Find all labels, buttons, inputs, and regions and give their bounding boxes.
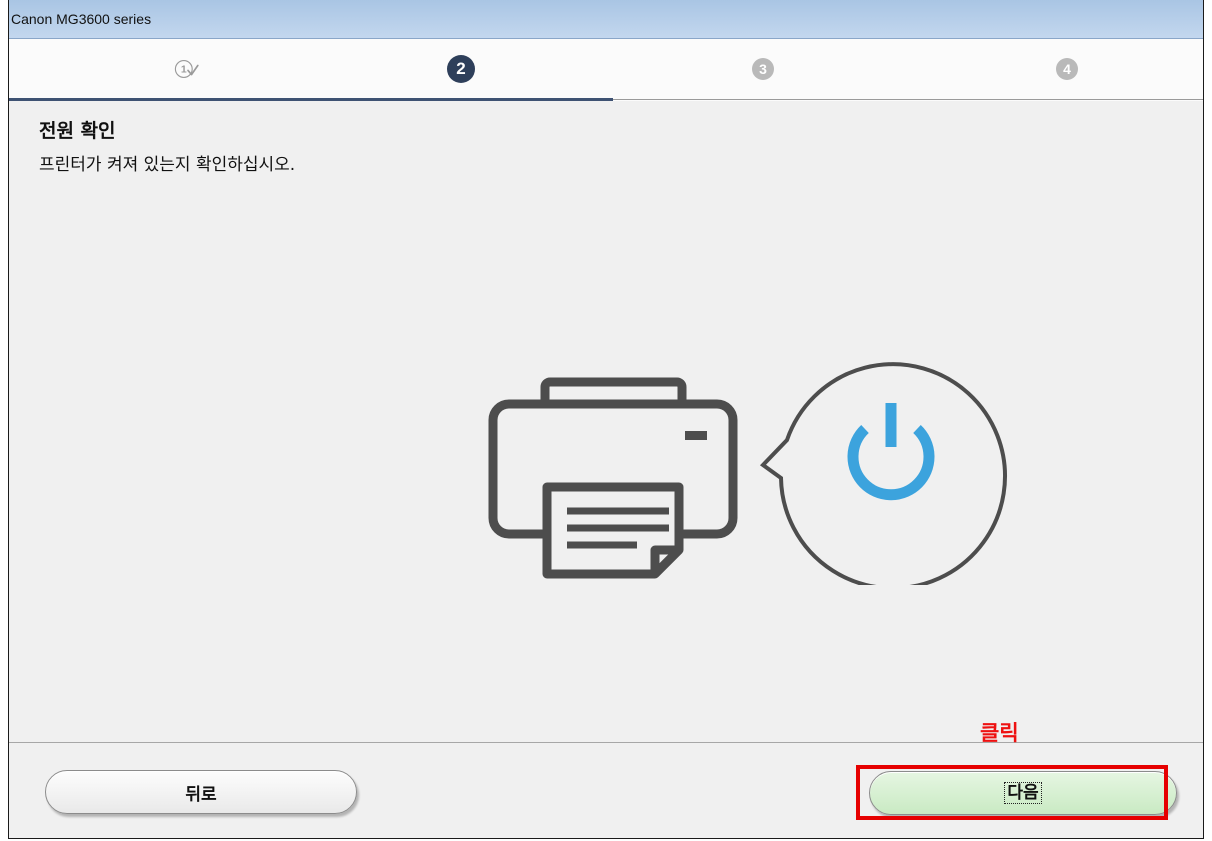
svg-text:1: 1: [181, 64, 187, 76]
click-annotation: 클릭: [980, 721, 1019, 745]
step-2-current: 2: [447, 55, 475, 83]
step-1-done-icon: 1: [174, 55, 202, 83]
page-heading: 전원 확인: [39, 120, 116, 142]
next-button-label: 다음: [1004, 782, 1042, 804]
progress-line-active: [9, 98, 613, 101]
progress-line-rest: [613, 99, 1203, 100]
footer-divider: [9, 742, 1203, 743]
back-button[interactable]: 뒤로: [45, 770, 357, 814]
step-4-pending: 4: [1056, 58, 1078, 80]
printer-power-illustration: [488, 362, 1007, 585]
step-3-pending: 3: [752, 58, 774, 80]
next-button[interactable]: 다음: [869, 771, 1177, 815]
window-title: Canon MG3600 series: [11, 11, 152, 27]
page-description: 프린터가 켜져 있는지 확인하십시오.: [39, 155, 296, 175]
speech-bubble: [759, 362, 1007, 585]
title-bar: Canon MG3600 series: [9, 0, 1203, 39]
power-icon: [847, 403, 935, 501]
step-indicator: 1 2 3 4: [9, 39, 1203, 101]
installer-window: Canon MG3600 series 1 2 3 4 전원 확인 프린터가 켜…: [8, 0, 1204, 839]
back-button-label: 뒤로: [185, 784, 217, 805]
